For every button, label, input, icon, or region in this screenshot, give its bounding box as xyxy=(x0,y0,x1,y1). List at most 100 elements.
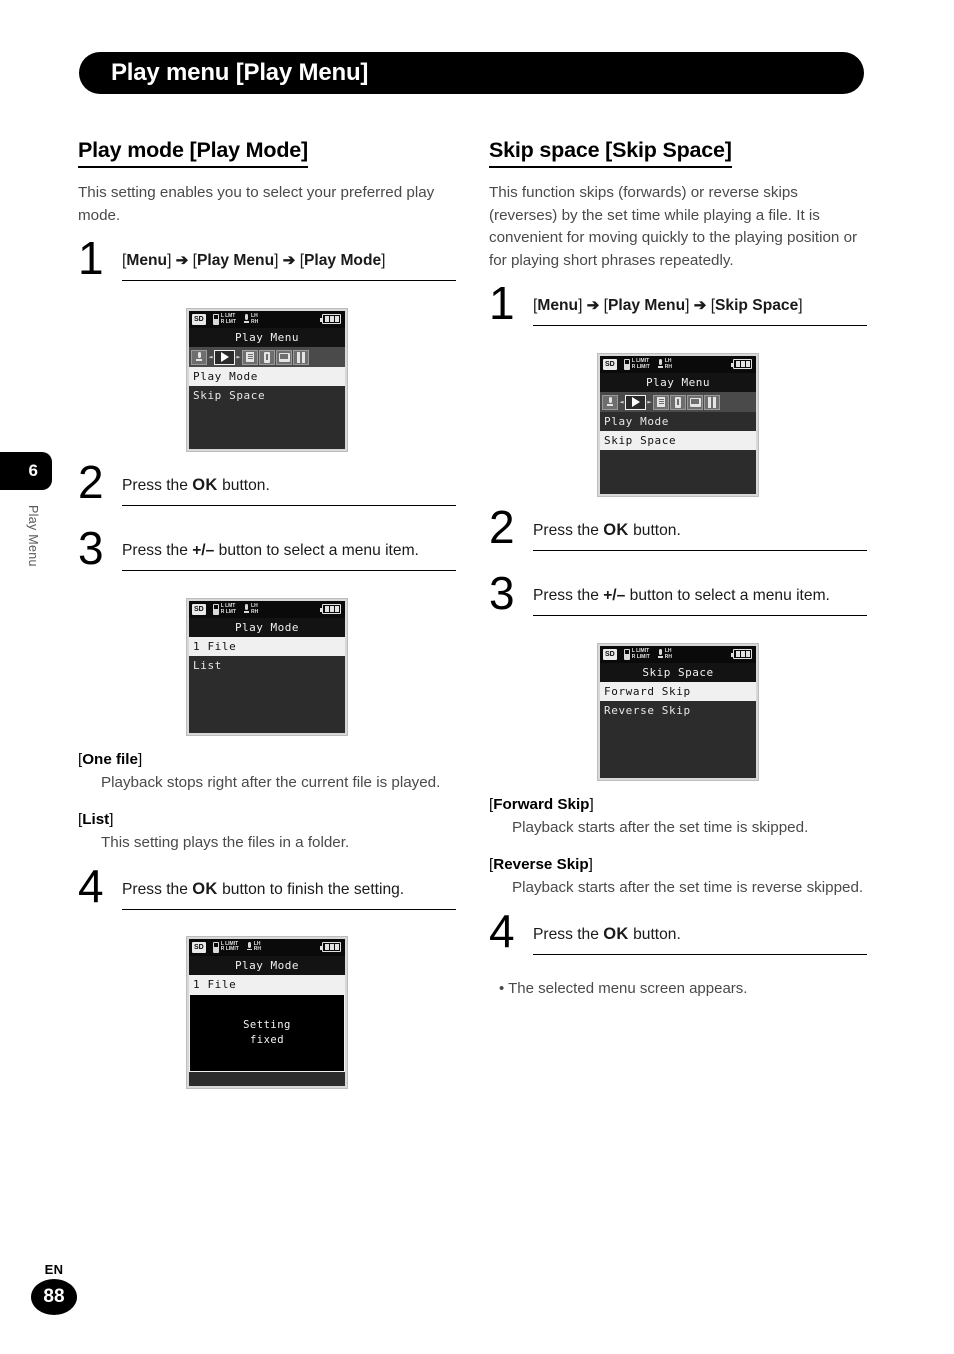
battery-cell xyxy=(324,943,329,950)
step-number: 4 xyxy=(78,859,104,912)
lcd-menu-item[interactable]: List xyxy=(189,656,345,675)
step-2-skip-space: 2 Press the OK button. xyxy=(489,504,867,562)
limit-label-right: R LIMIT xyxy=(631,653,650,660)
lcd-menu-list: 1 File Setting fixed xyxy=(189,974,345,1086)
definition-list: [List] This setting plays the files in a… xyxy=(78,811,456,855)
lcd-menu-item[interactable]: 1 File xyxy=(189,637,345,657)
step-text: [Menu] ➔ [Play Menu] ➔ [Play Mode] xyxy=(122,249,456,281)
lcd-title: Play Menu xyxy=(600,373,756,393)
microphone-status-icon xyxy=(657,649,663,660)
lcd-status-bar: SD L LIMIT R LIMIT LH RH xyxy=(600,646,756,664)
lcd-tab-row: ◄ ► xyxy=(600,392,756,413)
page-title-banner: Play menu [Play Menu] xyxy=(79,52,864,94)
lcd-menu-item[interactable]: Skip Space xyxy=(189,386,345,405)
definition-one-file: [One file] Playback stops right after th… xyxy=(78,751,456,795)
limit-label-right: R LMT xyxy=(220,318,237,325)
chevron-left-icon: ◄ xyxy=(208,353,213,362)
highpass-labels: LH RH xyxy=(251,604,258,615)
limit-indicator-group: L LIMIT R LIMIT LH RH xyxy=(212,941,262,953)
page-footer: EN 88 xyxy=(24,1262,84,1315)
step-1-play-mode: 1 [Menu] ➔ [Play Menu] ➔ [Play Mode] xyxy=(78,235,456,293)
battery-cell xyxy=(329,606,334,613)
chevron-right-icon: ► xyxy=(236,353,241,362)
battery-icon xyxy=(731,359,752,370)
step-3-skip-space: 3 Press the +/– button to select a menu … xyxy=(489,570,867,628)
step-number: 3 xyxy=(78,522,104,575)
highpass-labels: LH RH xyxy=(665,359,672,370)
sd-card-icon: SD xyxy=(192,314,206,326)
sd-card-icon: SD xyxy=(603,649,617,661)
lcd-title: Play Mode xyxy=(189,955,345,975)
lcd-empty-area xyxy=(189,405,345,450)
lcd-empty-area xyxy=(189,719,345,734)
battery-icon xyxy=(320,941,341,952)
definition-term: [Forward Skip] xyxy=(489,796,594,814)
lcd-menu-list: Forward Skip Reverse Skip xyxy=(600,682,756,779)
definition-reverse-skip: [Reverse Skip] Playback starts after the… xyxy=(489,856,867,900)
limit-labels: L LMT R LMT xyxy=(221,604,236,615)
lcd-menu-item[interactable]: Forward Skip xyxy=(600,682,756,702)
battery-cell xyxy=(329,943,334,950)
limit-indicator-group: L LIMIT R LIMIT LH RH xyxy=(623,649,672,661)
step-text: Press the OK button. xyxy=(533,922,867,955)
mic-tab-icon[interactable] xyxy=(602,394,618,410)
device-tab-icon[interactable] xyxy=(670,394,686,410)
limit-labels: L LIMIT R LIMIT xyxy=(632,359,650,370)
document-tab-icon[interactable] xyxy=(653,394,669,410)
battery-cell xyxy=(334,943,339,950)
display-tab-icon[interactable] xyxy=(276,349,292,365)
play-tab-icon[interactable] xyxy=(214,349,235,365)
battery-cell xyxy=(329,316,334,323)
mic-tab-icon[interactable] xyxy=(191,349,207,365)
battery-mini-icon xyxy=(623,359,630,371)
step-number: 2 xyxy=(78,456,104,509)
chapter-tab: 6 xyxy=(0,452,52,490)
lcd-screenshot-play-menu-wrap: SD L LMT R LMT LH RH Play Menu ◄ ► Play … xyxy=(78,309,456,452)
lcd-title: Skip Space xyxy=(600,663,756,683)
step-text: Press the OK button to finish the settin… xyxy=(122,877,456,910)
lcd-screenshot-play-mode: SD L LMT R LMT LH RH Play Mode 1 File Li… xyxy=(187,599,347,736)
lcd-menu-item[interactable]: Skip Space xyxy=(600,431,756,451)
limit-label-right: R LIMIT xyxy=(631,363,650,370)
intro-text-play-mode: This setting enables you to select your … xyxy=(78,184,435,224)
lcd-menu-item[interactable]: 1 File xyxy=(189,974,345,994)
step-text: Press the +/– button to select a menu it… xyxy=(533,584,867,616)
lcd-message-line-2: fixed xyxy=(249,1033,285,1046)
lcd-empty-area xyxy=(189,1071,345,1086)
limit-labels: L LMT R LMT xyxy=(221,314,236,325)
lcd-menu-item[interactable]: Play Mode xyxy=(600,412,756,431)
intro-text-skip-space: This function skips (forwards) or revers… xyxy=(489,184,858,269)
lcd-title: Play Mode xyxy=(189,618,345,638)
limit-indicator-group: L LIMIT R LIMIT LH RH xyxy=(623,359,672,371)
lcd-menu-list: 1 File List xyxy=(189,637,345,734)
battery-icon xyxy=(731,649,752,660)
battery-cell xyxy=(740,651,745,658)
lcd-menu-list: Play Mode Skip Space xyxy=(600,412,756,495)
battery-cell xyxy=(735,651,740,658)
highpass-label-right: RH xyxy=(251,318,259,325)
battery-cell xyxy=(334,606,339,613)
tools-tab-icon[interactable] xyxy=(293,349,309,365)
lcd-empty-area xyxy=(600,720,756,765)
battery-mini-icon xyxy=(212,941,219,953)
step-number: 1 xyxy=(489,277,515,330)
definition-forward-skip: [Forward Skip] Playback starts after the… xyxy=(489,796,867,840)
step-text: Press the OK button. xyxy=(122,473,456,507)
lcd-empty-area xyxy=(600,764,756,779)
step-2-play-mode: 2 Press the OK button. xyxy=(78,459,456,517)
display-tab-icon[interactable] xyxy=(687,394,703,410)
battery-cell xyxy=(745,361,750,368)
lcd-menu-item[interactable]: Play Mode xyxy=(189,367,345,387)
document-tab-icon[interactable] xyxy=(242,349,258,365)
highpass-labels: LH RH xyxy=(665,649,672,660)
battery-cell xyxy=(735,361,740,368)
page-number: 88 xyxy=(31,1279,77,1315)
highpass-label-right: RH xyxy=(253,946,262,953)
device-tab-icon[interactable] xyxy=(259,349,275,365)
highpass-labels: LH RH xyxy=(253,941,262,953)
lcd-menu-item[interactable]: Reverse Skip xyxy=(600,701,756,720)
lcd-screenshot-skip-space: SD L LIMIT R LIMIT LH RH Skip Space Forw… xyxy=(598,644,758,781)
tools-tab-icon[interactable] xyxy=(704,394,720,410)
lcd-screenshot-play-menu-skip-wrap: SD L LIMIT R LIMIT LH RH Play Menu ◄ ► P… xyxy=(489,354,867,497)
play-tab-icon[interactable] xyxy=(625,394,646,410)
